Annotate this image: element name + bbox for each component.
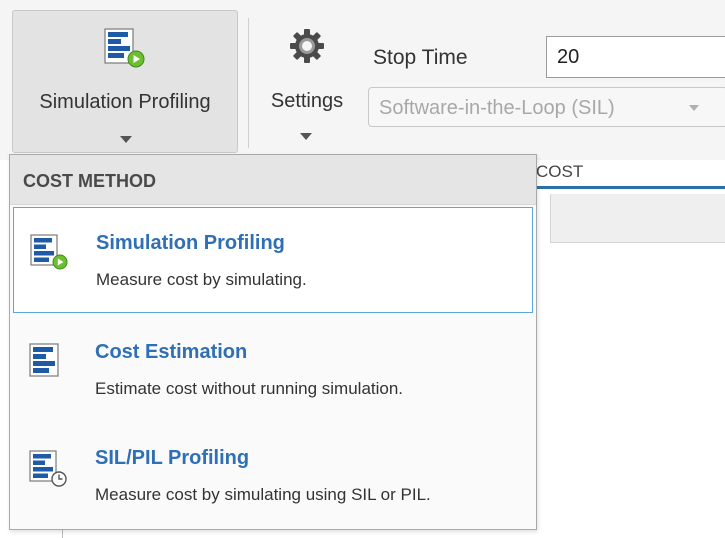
menu-header: COST METHOD xyxy=(10,155,536,205)
dropdown-arrow-icon xyxy=(689,105,699,111)
toolstrip-separator xyxy=(248,18,249,148)
menu-item-title: Simulation Profiling xyxy=(96,232,285,254)
section-label: COST xyxy=(536,162,584,181)
menu-item-cost-estimation[interactable]: Cost Estimation Estimate cost without ru… xyxy=(13,315,533,421)
stop-time-label: Stop Time xyxy=(373,46,468,69)
cost-estimation-icon xyxy=(29,343,67,384)
menu-item-description: Measure cost by simulating. xyxy=(96,270,307,289)
menu-item-simulation-profiling[interactable]: Simulation Profiling Measure cost by sim… xyxy=(13,207,533,313)
menu-item-description: Estimate cost without running simulation… xyxy=(95,379,404,398)
settings-button[interactable]: Settings xyxy=(260,20,354,150)
gear-icon xyxy=(289,28,325,69)
chevron-down-icon[interactable] xyxy=(120,136,132,143)
sil-pil-profiling-icon xyxy=(29,450,67,493)
simulation-profiling-icon xyxy=(30,234,68,275)
stop-time-input[interactable]: 20 xyxy=(546,36,725,78)
menu-item-sil-pil-profiling[interactable]: SIL/PIL Profiling Measure cost by simula… xyxy=(13,423,533,529)
simulation-profiling-icon xyxy=(104,28,146,73)
simulation-mode-value: Software-in-the-Loop (SIL) xyxy=(379,97,615,119)
panel-area xyxy=(550,194,725,243)
settings-label: Settings xyxy=(270,90,344,112)
simulation-mode-select[interactable]: Software-in-the-Loop (SIL) xyxy=(368,87,725,127)
toolstrip: Simulation Profiling Settings Stop Time … xyxy=(0,0,725,160)
divider xyxy=(62,530,63,538)
menu-item-title: SIL/PIL Profiling xyxy=(95,447,250,469)
chevron-down-icon[interactable] xyxy=(300,133,312,140)
cost-method-menu: COST METHOD Simulation Profiling Measure… xyxy=(9,154,537,530)
menu-item-description: Measure cost by simulating using SIL or … xyxy=(95,485,431,504)
menu-item-title: Cost Estimation xyxy=(95,341,248,363)
simulation-profiling-split-button[interactable]: Simulation Profiling xyxy=(12,10,238,153)
simulation-profiling-label: Simulation Profiling xyxy=(39,91,211,113)
section-underline xyxy=(536,186,725,189)
menu-header-label: COST METHOD xyxy=(23,171,156,191)
